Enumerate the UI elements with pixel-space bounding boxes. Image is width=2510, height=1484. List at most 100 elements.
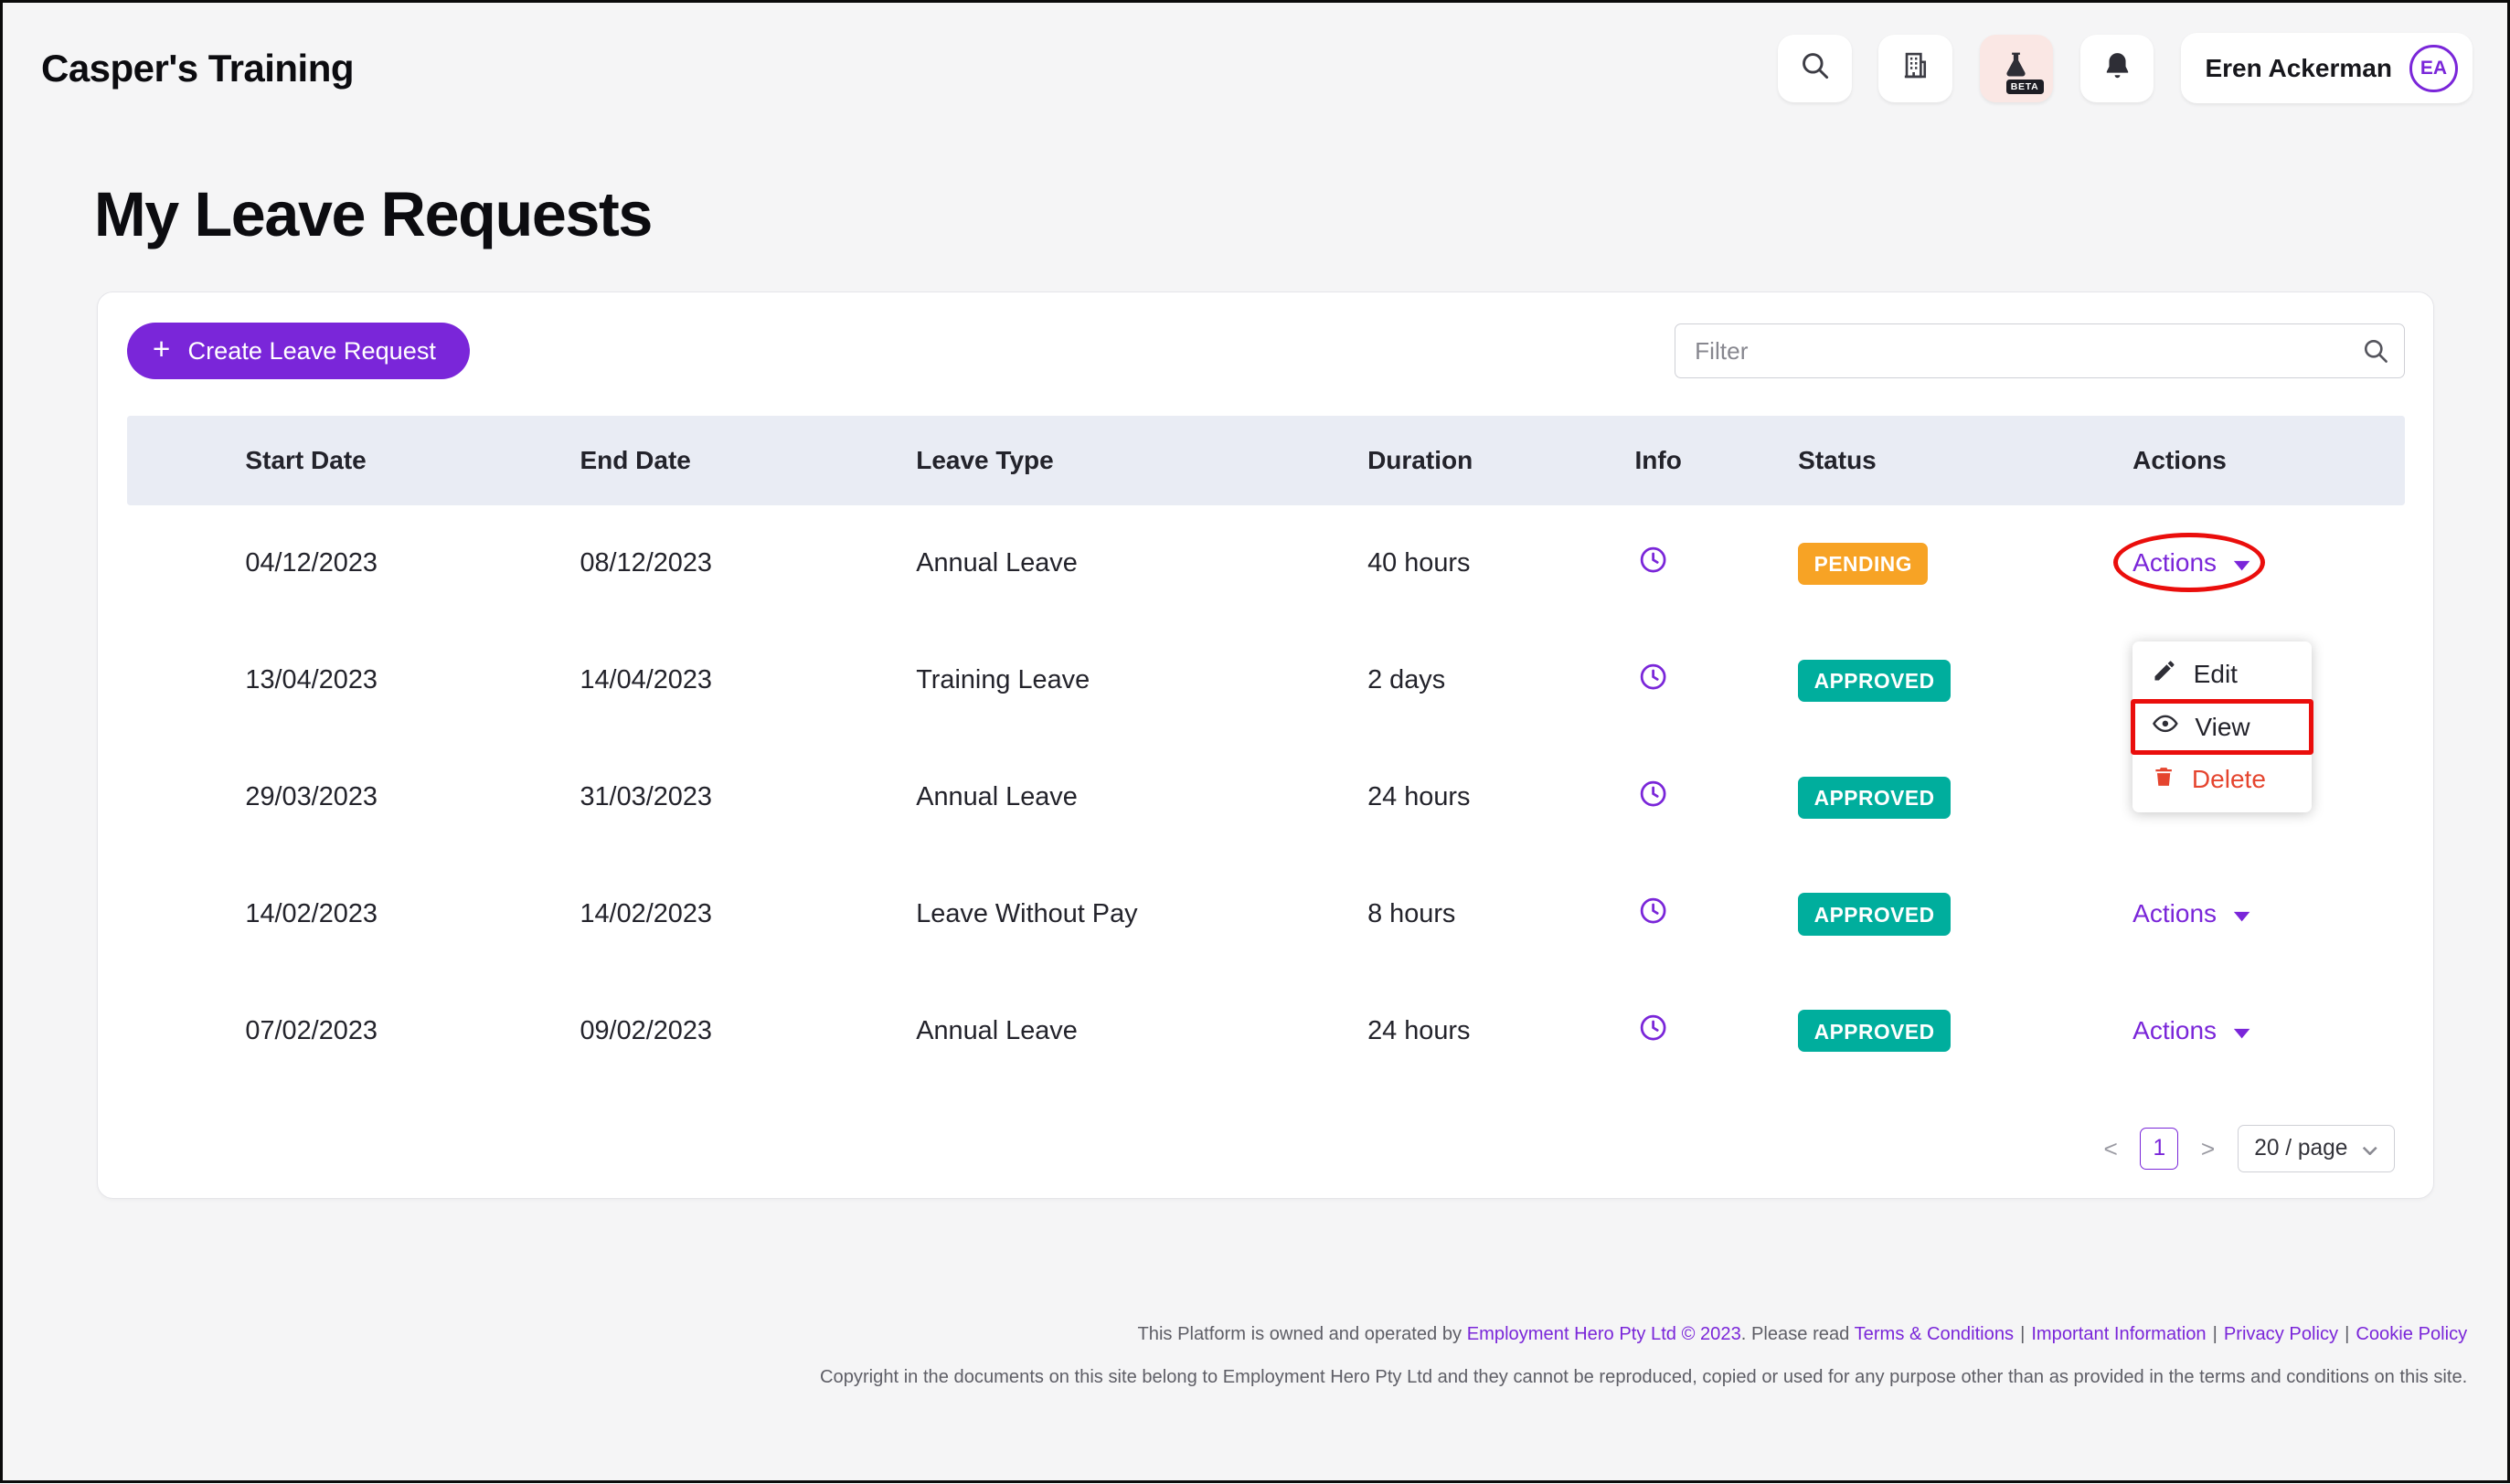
cell-leave-type: Annual Leave <box>916 782 1367 812</box>
clock-icon[interactable] <box>1638 662 1668 692</box>
topbar: Casper's Training BETA <box>3 3 2507 124</box>
chevron-down-icon <box>2233 899 2250 928</box>
cell-duration: 8 hours <box>1367 899 1634 929</box>
filter-input[interactable] <box>1675 323 2405 378</box>
column-header-duration: Duration <box>1367 446 1634 475</box>
column-header-start-date: Start Date <box>127 446 580 475</box>
create-leave-request-label: Create Leave Request <box>188 336 436 366</box>
actions-dropdown-trigger[interactable]: Actions <box>2132 1016 2250 1045</box>
cell-duration: 24 hours <box>1367 1016 1634 1046</box>
footer-link-privacy-policy[interactable]: Privacy Policy <box>2224 1324 2338 1344</box>
pencil-icon <box>2152 658 2177 690</box>
bell-icon <box>2101 49 2133 87</box>
column-header-end-date: End Date <box>580 446 916 475</box>
current-page-button[interactable]: 1 <box>2140 1128 2178 1170</box>
table-header: Start Date End Date Leave Type Duration … <box>127 416 2405 505</box>
footer-text: This Platform is owned and operated by <box>1137 1324 1466 1344</box>
footer-link-terms[interactable]: Terms & Conditions <box>1855 1324 2014 1344</box>
cell-end-date: 14/02/2023 <box>580 899 916 929</box>
leave-requests-card: + Create Leave Request Start Date End Da… <box>97 292 2434 1199</box>
beta-badge: BETA <box>2006 80 2044 94</box>
chevron-down-icon <box>2362 1136 2378 1161</box>
page-size-value: 20 / page <box>2254 1136 2347 1161</box>
create-leave-request-button[interactable]: + Create Leave Request <box>127 323 470 378</box>
cell-start-date: 04/12/2023 <box>127 548 580 578</box>
footer-text: . Please read <box>1741 1324 1855 1344</box>
footer-link-important-information[interactable]: Important Information <box>2031 1324 2206 1344</box>
pagination: < 1 > 20 / page <box>127 1125 2405 1173</box>
cell-leave-type: Annual Leave <box>916 548 1367 578</box>
status-badge: APPROVED <box>1798 893 1951 935</box>
page-size-select[interactable]: 20 / page <box>2238 1125 2395 1173</box>
menu-item-edit[interactable]: Edit <box>2132 648 2312 701</box>
table-row: 13/04/2023 14/04/2023 Training Leave 2 d… <box>127 622 2405 739</box>
cell-leave-type: Leave Without Pay <box>916 899 1367 929</box>
status-badge: APPROVED <box>1798 777 1951 819</box>
column-header-actions: Actions <box>2132 446 2405 475</box>
cell-end-date: 09/02/2023 <box>580 1016 916 1046</box>
footer-line-1: This Platform is owned and operated by E… <box>3 1324 2467 1345</box>
column-header-status: Status <box>1798 446 2132 475</box>
table-row: 29/03/2023 31/03/2023 Annual Leave 24 ho… <box>127 739 2405 856</box>
footer: This Platform is owned and operated by E… <box>3 1324 2507 1389</box>
actions-label: Actions <box>2132 1016 2217 1045</box>
cell-end-date: 08/12/2023 <box>580 548 916 578</box>
status-badge: APPROVED <box>1798 660 1951 702</box>
cell-leave-type: Annual Leave <box>916 1016 1367 1046</box>
table-row: 14/02/2023 14/02/2023 Leave Without Pay … <box>127 856 2405 973</box>
menu-item-delete-label: Delete <box>2192 765 2266 794</box>
trash-icon <box>2152 764 2175 796</box>
cell-leave-type: Training Leave <box>916 665 1367 695</box>
menu-item-view[interactable]: View <box>2132 701 2312 754</box>
cell-end-date: 14/04/2023 <box>580 665 916 695</box>
cell-start-date: 13/04/2023 <box>127 665 580 695</box>
search-button[interactable] <box>1778 35 1852 102</box>
organisation-button[interactable] <box>1878 35 1952 102</box>
actions-label: Actions <box>2132 548 2217 578</box>
avatar: EA <box>2409 45 2458 93</box>
eye-icon <box>2152 710 2179 744</box>
labs-beta-button[interactable]: BETA <box>1980 35 2054 102</box>
plus-icon: + <box>153 334 170 365</box>
footer-link-cookie-policy[interactable]: Cookie Policy <box>2356 1324 2467 1344</box>
clock-icon[interactable] <box>1638 779 1668 809</box>
footer-link-company[interactable]: Employment Hero Pty Ltd © 2023 <box>1467 1324 1741 1344</box>
app-title: Casper's Training <box>41 47 354 90</box>
cell-start-date: 07/02/2023 <box>127 1016 580 1046</box>
cell-start-date: 14/02/2023 <box>127 899 580 929</box>
organisation-building-icon <box>1899 49 1931 87</box>
menu-item-delete[interactable]: Delete <box>2132 754 2312 807</box>
cell-duration: 24 hours <box>1367 782 1634 812</box>
filter-field <box>1675 323 2405 378</box>
cell-end-date: 31/03/2023 <box>580 782 916 812</box>
next-page-button[interactable]: > <box>2201 1135 2215 1163</box>
actions-dropdown-trigger[interactable]: Actions <box>2132 548 2250 578</box>
footer-separator: | <box>2213 1324 2218 1344</box>
column-header-leave-type: Leave Type <box>916 446 1367 475</box>
notifications-button[interactable] <box>2080 35 2154 102</box>
topbar-actions: BETA Eren Ackerman EA <box>1778 33 2473 103</box>
status-badge: APPROVED <box>1798 1010 1951 1052</box>
cell-duration: 40 hours <box>1367 548 1634 578</box>
page-title: My Leave Requests <box>94 179 2507 250</box>
table-row: 07/02/2023 09/02/2023 Annual Leave 24 ho… <box>127 972 2405 1089</box>
search-icon <box>1799 49 1831 87</box>
cell-start-date: 29/03/2023 <box>127 782 580 812</box>
chevron-down-icon <box>2233 548 2250 578</box>
clock-icon[interactable] <box>1638 545 1668 575</box>
column-header-info: Info <box>1635 446 1799 475</box>
user-menu[interactable]: Eren Ackerman EA <box>2181 33 2472 103</box>
prev-page-button[interactable]: < <box>2104 1135 2118 1163</box>
actions-dropdown-trigger[interactable]: Actions <box>2132 899 2250 928</box>
clock-icon[interactable] <box>1638 1012 1668 1043</box>
clock-icon[interactable] <box>1638 896 1668 926</box>
chevron-down-icon <box>2233 1016 2250 1045</box>
cell-duration: 2 days <box>1367 665 1634 695</box>
footer-separator: | <box>2345 1324 2349 1344</box>
actions-menu: Edit View Delete <box>2132 641 2312 812</box>
table-row: 04/12/2023 08/12/2023 Annual Leave 40 ho… <box>127 505 2405 622</box>
search-icon <box>2361 336 2390 372</box>
status-badge: PENDING <box>1798 543 1928 585</box>
menu-item-view-label: View <box>2195 713 2249 742</box>
screen: Casper's Training BETA <box>0 0 2510 1483</box>
